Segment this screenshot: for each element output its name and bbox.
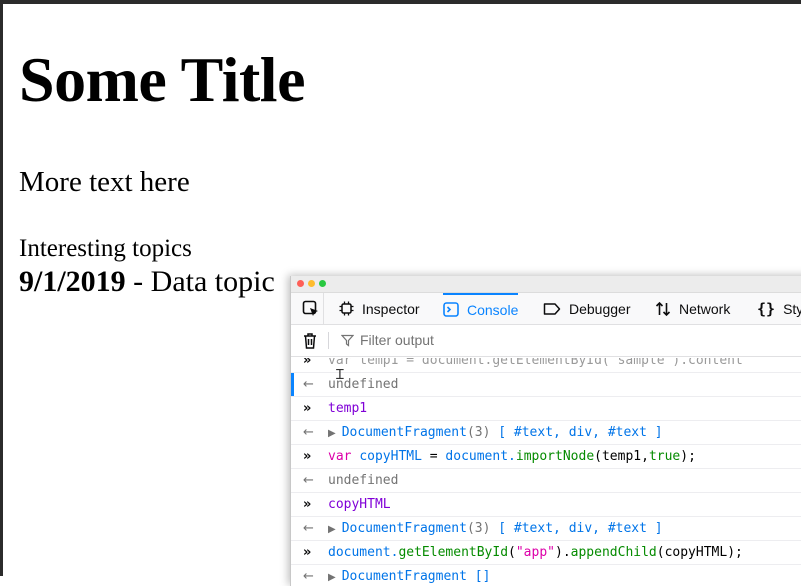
topics-heading: Interesting topics xyxy=(19,235,192,262)
devtools-titlebar[interactable] xyxy=(291,276,801,293)
object-token: document. xyxy=(445,449,516,464)
element-picker-button[interactable] xyxy=(299,293,324,324)
console-result-row[interactable]: ← ▶ DocumentFragment(3) [ #text, div, #te… xyxy=(291,421,801,445)
topic-separator: - xyxy=(125,265,151,298)
filter-output-input[interactable]: Filter output xyxy=(341,332,434,348)
tab-style-editor[interactable]: {} Sty xyxy=(757,293,801,324)
console-input-row[interactable]: » var temp1 = document.getElementById("s… xyxy=(291,358,801,373)
input-prompt-icon: » xyxy=(303,358,312,368)
console-filter-bar: Filter output xyxy=(291,325,801,357)
console-output[interactable]: » var temp1 = document.getElementById("s… xyxy=(291,358,801,586)
console-result-row[interactable]: ← ▶ DocumentFragment(3) [ #text, div, #te… xyxy=(291,517,801,541)
topic-date: 9/1/2019 xyxy=(19,265,126,298)
style-editor-icon: {} xyxy=(757,299,776,318)
tab-debugger-label: Debugger xyxy=(569,300,631,317)
page-content: Some Title More text here Interesting to… xyxy=(19,40,801,300)
tab-console-label: Console xyxy=(467,301,519,318)
result-arrow-icon: ← xyxy=(303,377,314,392)
console-result-text: undefined xyxy=(328,473,399,488)
devtools-toolbar: Inspector Console Debugger Network {} St… xyxy=(291,293,801,325)
topic-name: Data topic xyxy=(150,265,275,298)
object-count: (3) xyxy=(466,521,491,536)
input-prompt-icon: » xyxy=(303,449,312,464)
object-type: DocumentFragment xyxy=(341,521,467,536)
paren-token: ( xyxy=(508,545,516,560)
clear-console-icon[interactable] xyxy=(300,331,320,351)
variable-token: copyHTML xyxy=(359,449,422,464)
console-result-row[interactable]: ← undefined xyxy=(291,469,801,493)
filter-icon xyxy=(341,334,354,347)
minimize-window-button[interactable] xyxy=(308,280,315,287)
more-text: More text here xyxy=(19,166,190,198)
tab-network-label: Network xyxy=(679,300,731,317)
operator-token: = xyxy=(421,449,446,464)
console-input-row[interactable]: » temp1 xyxy=(291,397,801,421)
console-input-text: var temp1 = document.getElementById("sam… xyxy=(328,358,743,368)
object-preview: [] xyxy=(474,569,491,584)
object-token: document. xyxy=(328,545,399,560)
result-arrow-icon: ← xyxy=(303,521,314,536)
filter-divider xyxy=(328,332,329,349)
page-title: Some Title xyxy=(19,44,305,115)
debugger-icon xyxy=(543,302,561,315)
tab-inspector[interactable]: Inspector xyxy=(339,293,420,324)
tab-inspector-label: Inspector xyxy=(362,300,420,317)
expand-icon[interactable]: ▶ xyxy=(328,428,336,439)
tab-style-editor-label: Sty xyxy=(783,300,801,317)
console-input-text: copyHTML xyxy=(328,497,391,512)
window-top-border xyxy=(0,0,801,4)
window-left-border xyxy=(0,0,3,576)
console-result-row[interactable]: ← undefined xyxy=(291,373,801,397)
zoom-window-button[interactable] xyxy=(319,280,326,287)
console-input-text: temp1 xyxy=(328,401,368,416)
network-icon xyxy=(655,301,671,316)
element-picker-icon xyxy=(302,300,318,316)
paren-token: ). xyxy=(555,545,571,560)
object-type: DocumentFragment xyxy=(341,569,467,584)
console-icon xyxy=(443,302,459,317)
object-count: (3) xyxy=(466,425,491,440)
end-token: (copyHTML); xyxy=(656,545,743,560)
text-cursor-icon: Ɪ xyxy=(336,367,344,383)
string-token: "app" xyxy=(515,545,555,560)
console-input-row[interactable]: » document.getElementById("app").appendC… xyxy=(291,541,801,565)
function-token: getElementById xyxy=(398,545,509,560)
boolean-token: true xyxy=(648,449,681,464)
result-arrow-icon: ← xyxy=(303,425,314,440)
object-type: DocumentFragment xyxy=(341,425,467,440)
expand-icon[interactable]: ▶ xyxy=(328,572,336,583)
expand-icon[interactable]: ▶ xyxy=(328,524,336,535)
result-arrow-icon: ← xyxy=(303,473,314,488)
tab-console[interactable]: Console xyxy=(443,293,519,324)
console-input-row[interactable]: » copyHTML xyxy=(291,493,801,517)
args-token: (temp1, xyxy=(594,449,649,464)
devtools-window: Inspector Console Debugger Network {} St… xyxy=(290,276,801,586)
close-window-button[interactable] xyxy=(297,280,304,287)
tab-network[interactable]: Network xyxy=(655,293,730,324)
filter-placeholder: Filter output xyxy=(360,332,434,348)
console-input-row[interactable]: » var copyHTML = document.importNode(tem… xyxy=(291,445,801,469)
inspector-icon xyxy=(339,301,354,316)
keyword-token: var xyxy=(328,449,352,464)
object-preview: [ #text, div, #text ] xyxy=(498,425,663,440)
tab-debugger[interactable]: Debugger xyxy=(543,293,631,324)
function-token: appendChild xyxy=(570,545,657,560)
input-prompt-icon: » xyxy=(303,497,312,512)
input-prompt-icon: » xyxy=(303,545,312,560)
end-token: ); xyxy=(680,449,696,464)
object-preview: [ #text, div, #text ] xyxy=(498,521,663,536)
input-prompt-icon: » xyxy=(303,401,312,416)
function-token: importNode xyxy=(515,449,595,464)
